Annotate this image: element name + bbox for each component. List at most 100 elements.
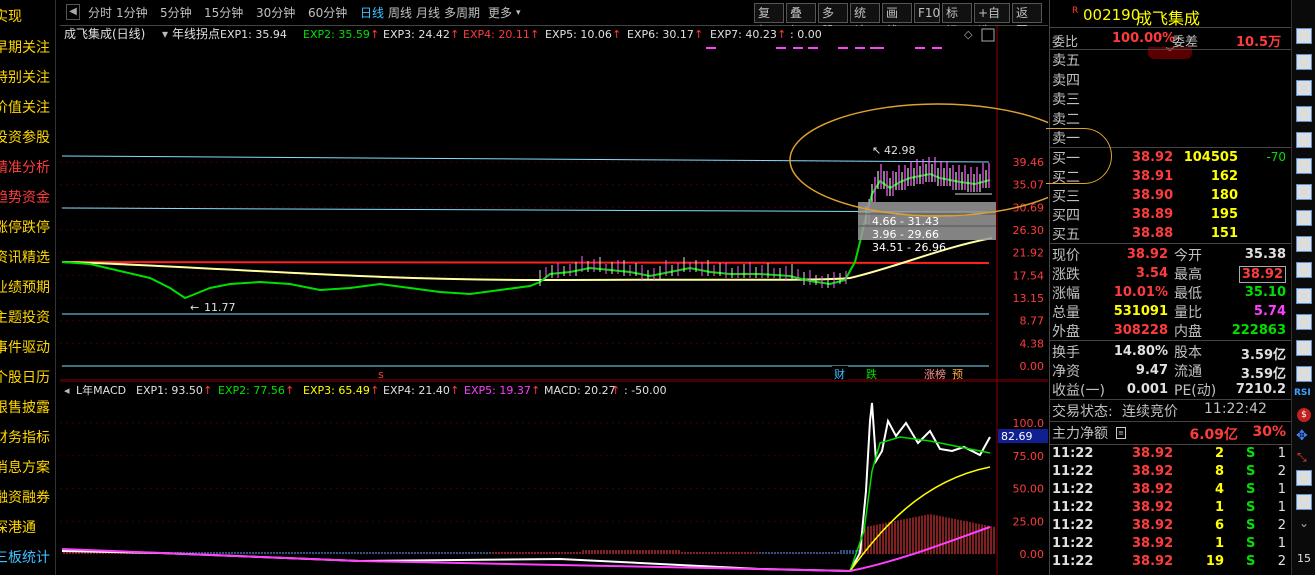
buy-level-volume: 104505 bbox=[1183, 150, 1238, 165]
sidebar-item-14[interactable]: 财务指标 bbox=[0, 423, 56, 453]
toolbar-button-0[interactable]: 复权 bbox=[754, 3, 784, 38]
main-chart-title: 成飞集成(日线) bbox=[64, 26, 145, 41]
buy-level-price: 38.91 bbox=[1132, 169, 1174, 184]
page-number: 15 bbox=[1297, 552, 1311, 565]
low-price-label: 11.77 bbox=[204, 301, 236, 314]
bar-chart-icon[interactable] bbox=[1296, 210, 1312, 226]
move-icon[interactable]: ✥ bbox=[1296, 428, 1308, 444]
main-net-pct: 30% bbox=[1252, 424, 1286, 440]
sidebar-item-16[interactable]: 融资融券 bbox=[0, 483, 56, 513]
panel-icon[interactable] bbox=[1296, 470, 1312, 486]
toolbar-left-arrow-icon[interactable]: ◀ bbox=[66, 4, 80, 20]
main-legend-8: : 0.00 bbox=[790, 28, 822, 41]
diamond-icon[interactable]: ◇ bbox=[964, 28, 973, 41]
tick-volume: 1 bbox=[1214, 536, 1224, 551]
tick-side: S bbox=[1246, 536, 1256, 551]
sidebar-item-8[interactable]: 资讯精选 bbox=[0, 243, 56, 273]
period-tab-9[interactable]: 多周期 bbox=[444, 3, 480, 23]
chart-box-icon[interactable] bbox=[1296, 80, 1312, 96]
grid-icon[interactable] bbox=[1296, 28, 1312, 44]
period-tab-4[interactable]: 30分钟 bbox=[256, 3, 295, 23]
toolbar-button-2[interactable]: 多股 bbox=[818, 3, 848, 38]
toolbar-button-4[interactable]: 画线 bbox=[882, 3, 912, 38]
stat-value-left: 38.92 bbox=[1126, 247, 1168, 262]
wave-icon[interactable] bbox=[1296, 366, 1312, 382]
die-marker[interactable]: 跌 bbox=[866, 367, 877, 381]
table-icon[interactable] bbox=[1296, 106, 1312, 122]
quote-icon[interactable] bbox=[1296, 340, 1312, 356]
sidebar-item-11[interactable]: 事件驱动 bbox=[0, 333, 56, 363]
sidebar-item-3[interactable]: 价值关注 bbox=[0, 93, 56, 123]
period-tab-0[interactable]: 分时 bbox=[88, 3, 112, 23]
sidebar-item-6[interactable]: 趋势资金 bbox=[0, 183, 56, 213]
period-tab-10[interactable]: 更多 bbox=[488, 3, 512, 23]
kline-chart[interactable]: 39.46 35.07 30.69 26.30 21.92 17.54 13.15 8.77 4… bbox=[60, 26, 1048, 381]
sidebar-item-9[interactable]: 业绩预期 bbox=[0, 273, 56, 303]
list-icon[interactable] bbox=[1296, 132, 1312, 148]
period-tab-2[interactable]: 5分钟 bbox=[160, 3, 192, 23]
expand-arrow-icon[interactable]: ⤡ bbox=[1297, 450, 1307, 465]
stock-code: 002190 bbox=[1083, 6, 1141, 24]
main-net-label[interactable]: 主力净额 bbox=[1052, 423, 1108, 443]
period-tab-5[interactable]: 60分钟 bbox=[308, 3, 347, 23]
sidebar-item-2[interactable]: 特别关注 bbox=[0, 63, 56, 93]
cai-marker[interactable]: 财 bbox=[834, 367, 845, 381]
more-dropdown-icon[interactable]: ▾ bbox=[516, 3, 521, 23]
sidebar-item-4[interactable]: 投资参股 bbox=[0, 123, 56, 153]
stat2-value-right: 3.59亿 bbox=[1240, 348, 1286, 363]
tick-side: S bbox=[1246, 464, 1256, 479]
tick-price: 38.92 bbox=[1132, 464, 1174, 479]
sidebar-item-7[interactable]: 涨停跌停 bbox=[0, 213, 56, 243]
sidebar-item-10[interactable]: 主题投资 bbox=[0, 303, 56, 333]
tick-price: 38.92 bbox=[1132, 482, 1174, 497]
left-sidebar: 实现 早期关注 特别关注 价值关注 投资参股 精准分析 趋势资金 涨停跌停 资讯精选 业绩预期 主题… bbox=[0, 0, 56, 575]
f10-icon[interactable] bbox=[1296, 236, 1312, 252]
sidebar-item-5[interactable]: 精准分析 bbox=[0, 153, 56, 183]
f12-icon[interactable] bbox=[1296, 288, 1312, 304]
sidebar-item-1[interactable]: 早期关注 bbox=[0, 33, 56, 63]
tick-count: 2 bbox=[1277, 518, 1286, 533]
tick-side: S bbox=[1246, 446, 1256, 461]
main-legend-4: EXP4: 20.11 bbox=[463, 28, 530, 41]
candle-icon[interactable] bbox=[1296, 184, 1312, 200]
sidebar-item-12[interactable]: 个股日历 bbox=[0, 363, 56, 393]
stat-value-left: 10.01% bbox=[1113, 285, 1168, 300]
macd-legend-arrow-3: ↑ bbox=[370, 384, 379, 397]
sidebar-item-17[interactable]: 深港通 bbox=[0, 513, 56, 543]
period-tab-3[interactable]: 15分钟 bbox=[204, 3, 243, 23]
toolbar-button-7[interactable]: +自选 bbox=[974, 3, 1010, 38]
book-icon[interactable] bbox=[1296, 54, 1312, 70]
dollar-icon[interactable]: $ bbox=[1297, 408, 1311, 422]
period-tab-1[interactable]: 1分钟 bbox=[116, 3, 148, 23]
trend-icon[interactable] bbox=[1296, 158, 1312, 174]
signal-dash bbox=[870, 47, 884, 49]
rsi-icon[interactable]: RSI bbox=[1294, 388, 1311, 398]
toolbar-button-8[interactable]: 返回 bbox=[1012, 3, 1042, 38]
scroll-down-icon[interactable]: ⌄ bbox=[1299, 516, 1309, 530]
weibi-value: 100.00% bbox=[1112, 31, 1176, 46]
period-tab-7[interactable]: 周线 bbox=[388, 3, 412, 23]
yu-marker[interactable]: 预 bbox=[952, 368, 963, 381]
f13-icon[interactable] bbox=[1296, 314, 1312, 330]
macd-settings-icon[interactable]: ◂ bbox=[64, 384, 70, 397]
period-tab-6[interactable]: 日线 bbox=[360, 3, 384, 23]
f11-icon[interactable] bbox=[1296, 262, 1312, 278]
buy-level-label: 买三 bbox=[1052, 189, 1080, 205]
toolbar-button-5[interactable]: F10 bbox=[914, 3, 940, 23]
main-net-list-icon[interactable]: ≡ bbox=[1116, 427, 1126, 439]
sidebar-item-15[interactable]: 消息方案 bbox=[0, 453, 56, 483]
layout-icon[interactable] bbox=[1296, 494, 1312, 510]
macd-chart[interactable]: 100.0 75.00 50.00 25.00 0.00 82.69 ◂ L年MACD EXP1… bbox=[60, 381, 1048, 575]
low-annotation: ← bbox=[190, 301, 199, 314]
sidebar-item-0[interactable]: 实现 bbox=[0, 2, 56, 32]
zhangbang-marker[interactable]: 涨榜 bbox=[924, 367, 946, 381]
sidebar-item-13[interactable]: 限售披露 bbox=[0, 393, 56, 423]
toolbar-button-6[interactable]: 标记 bbox=[942, 3, 972, 38]
period-tab-8[interactable]: 月线 bbox=[416, 3, 440, 23]
sidebar-item-18[interactable]: 三板统计 bbox=[0, 543, 56, 573]
toolbar-button-1[interactable]: 叠加 bbox=[786, 3, 816, 38]
macd-legend-6: MACD: 20.27 bbox=[544, 384, 616, 397]
toolbar-button-3[interactable]: 统计 bbox=[850, 3, 880, 38]
signal-dash bbox=[838, 47, 848, 49]
macd-legend-arrow-6: ↑ bbox=[611, 384, 620, 397]
